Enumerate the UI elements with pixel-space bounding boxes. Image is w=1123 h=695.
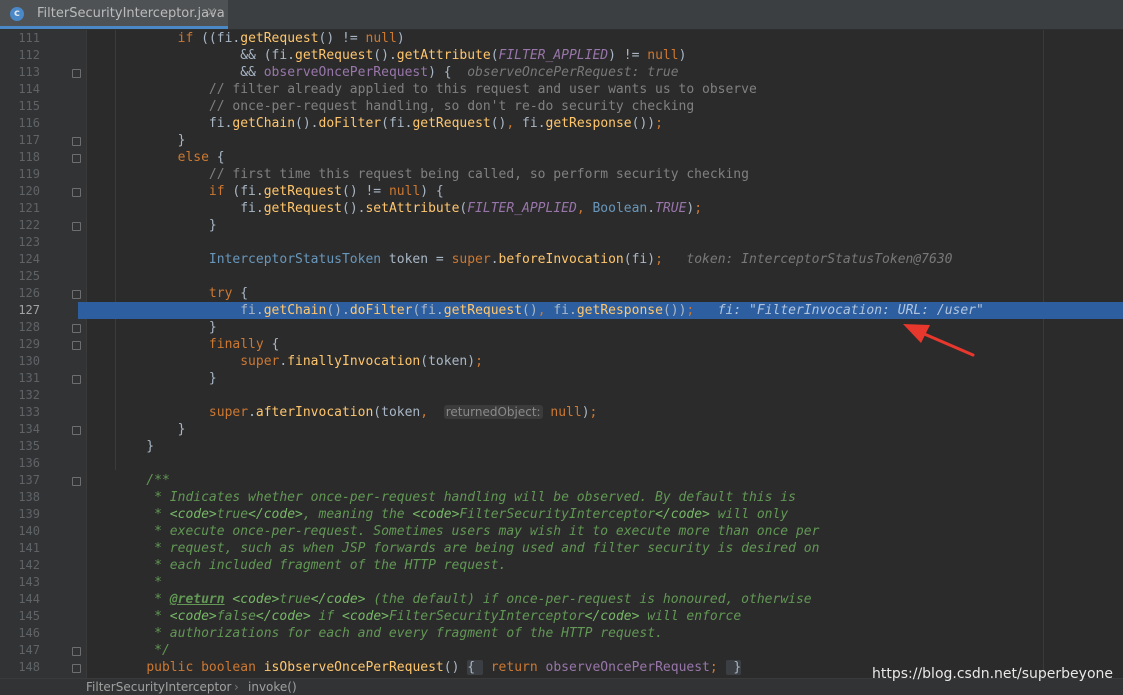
annotation-arrow-icon bbox=[903, 324, 975, 357]
watermark: https://blog.csdn.net/superbeyone bbox=[871, 666, 1113, 682]
breadcrumb-class[interactable]: FilterSecurityInterceptor bbox=[86, 680, 231, 694]
breadcrumb-separator-icon: › bbox=[234, 680, 239, 694]
breadcrumb-method[interactable]: invoke() bbox=[248, 680, 297, 694]
